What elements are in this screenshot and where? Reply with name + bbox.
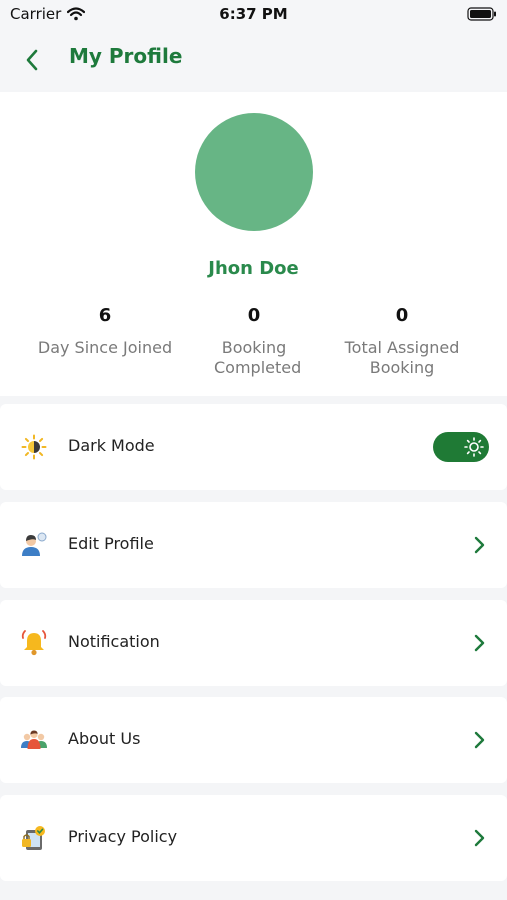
menu-label: Notification xyxy=(68,632,160,651)
status-time: 6:37 PM xyxy=(219,5,288,23)
page-title: My Profile xyxy=(69,44,183,68)
back-button[interactable] xyxy=(14,42,50,78)
menu-item-about-us[interactable]: About Us xyxy=(0,697,507,783)
stat-days-joined: 6 Day Since Joined xyxy=(25,305,185,358)
chevron-right-icon xyxy=(474,829,485,847)
menu-item-notification[interactable]: Notification xyxy=(0,600,507,686)
stat-booking-completed: 0 Booking Completed xyxy=(174,305,334,378)
stat-value: 0 xyxy=(395,305,409,326)
menu-label: Privacy Policy xyxy=(68,827,178,846)
bell-icon xyxy=(20,629,48,657)
user-name: Jhon Doe xyxy=(208,258,299,279)
stat-total-assigned: 0 Total Assigned Booking xyxy=(322,305,482,378)
menu-label: About Us xyxy=(68,729,141,748)
stat-label: Booking Completed xyxy=(214,338,302,377)
avatar[interactable] xyxy=(195,113,313,231)
profile-card: Jhon Doe 6 Day Since Joined 0 Booking Co… xyxy=(0,92,507,396)
user-edit-icon xyxy=(20,531,48,559)
stat-value: 0 xyxy=(247,305,261,326)
menu-item-privacy-policy[interactable]: Privacy Policy xyxy=(0,795,507,881)
nav-bar: My Profile xyxy=(0,30,507,90)
status-bar: Carrier 6:37 PM xyxy=(0,0,507,30)
menu-label: Dark Mode xyxy=(68,436,155,455)
stat-label: Day Since Joined xyxy=(37,338,173,357)
stat-value: 6 xyxy=(98,305,112,326)
menu-item-edit-profile[interactable]: Edit Profile xyxy=(0,502,507,588)
menu-label: Edit Profile xyxy=(68,534,154,553)
sun-moon-icon xyxy=(20,433,48,461)
stat-label: Total Assigned Booking xyxy=(344,338,460,377)
battery-icon xyxy=(467,6,497,25)
chevron-right-icon xyxy=(474,634,485,652)
privacy-lock-icon xyxy=(20,824,48,852)
chevron-right-icon xyxy=(474,731,485,749)
sun-icon xyxy=(462,435,486,459)
chevron-right-icon xyxy=(474,536,485,554)
dark-mode-toggle[interactable] xyxy=(433,432,489,462)
people-icon xyxy=(20,726,48,754)
chevron-left-icon xyxy=(26,49,38,71)
menu-item-dark-mode: Dark Mode xyxy=(0,404,507,490)
